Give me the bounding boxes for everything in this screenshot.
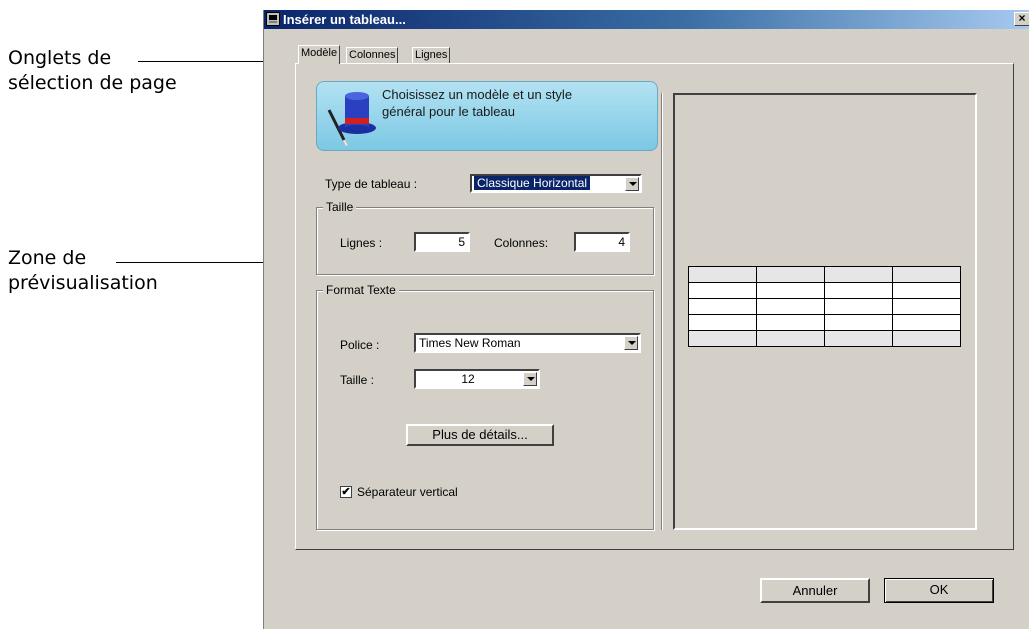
preview-row	[688, 266, 961, 283]
chevron-down-icon[interactable]	[624, 336, 638, 350]
annotation-tabs: Onglets de sélection de page	[8, 46, 177, 96]
format-texte-title: Format Texte	[323, 283, 399, 297]
police-label: Police :	[340, 338, 380, 352]
preview-cell	[892, 314, 961, 331]
preview-cell	[824, 314, 893, 331]
annotation-tabs-line2: sélection de page	[8, 72, 177, 94]
preview-cell	[824, 282, 893, 299]
ok-button[interactable]: OK	[884, 578, 994, 603]
preview-cell	[824, 298, 893, 315]
lignes-label: Lignes :	[340, 236, 383, 250]
chevron-down-icon[interactable]	[625, 177, 639, 191]
window-title: Insérer un tableau...	[283, 12, 406, 27]
magic-hat-icon	[327, 92, 376, 147]
banner-text: Choisissez un modèle et un style général…	[382, 86, 642, 120]
preview-cell	[756, 266, 825, 283]
preview-cell	[892, 330, 961, 347]
banner-line1: Choisissez un modèle et un style	[382, 87, 573, 102]
tab-colonnes[interactable]: Colonnes	[346, 47, 399, 64]
preview-cell	[892, 298, 961, 315]
preview-cell	[688, 314, 757, 331]
annotation-preview: Zone de prévisualisation	[8, 246, 158, 296]
table-type-label: Type de tableau :	[325, 177, 418, 191]
annotation-preview-line2: prévisualisation	[8, 272, 158, 294]
preview-cell	[892, 282, 961, 299]
preview-table	[688, 266, 961, 347]
preview-cell	[892, 266, 961, 283]
preview-cell	[688, 330, 757, 347]
title-bar[interactable]: Insérer un tableau... ×	[264, 10, 1029, 29]
vertical-separator-label: Séparateur vertical	[357, 485, 458, 499]
taille-label: Taille :	[340, 373, 375, 387]
panel-divider	[661, 93, 663, 530]
taille-group-title: Taille	[323, 200, 357, 214]
cancel-button[interactable]: Annuler	[760, 578, 870, 603]
app-icon	[266, 12, 280, 26]
preview-row	[688, 282, 961, 299]
chevron-down-icon[interactable]	[523, 372, 537, 386]
close-button[interactable]: ×	[1014, 12, 1029, 26]
colonnes-input[interactable]: 4	[574, 232, 630, 252]
preview-cell	[688, 266, 757, 283]
taille-select[interactable]: 12	[414, 369, 540, 389]
annotation-preview-line1: Zone de	[8, 247, 87, 269]
annotation-tabs-line1: Onglets de	[8, 47, 112, 69]
preview-cell	[756, 282, 825, 299]
table-type-select[interactable]: Classique Horizontal	[470, 174, 642, 193]
preview-cell	[824, 330, 893, 347]
preview-cell	[756, 314, 825, 331]
tab-modele-label: Modèle	[301, 47, 338, 59]
tab-modele[interactable]: Modèle	[298, 45, 341, 64]
more-details-button[interactable]: Plus de détails...	[406, 424, 554, 446]
table-type-value: Classique Horizontal	[474, 176, 591, 190]
preview-cell	[756, 298, 825, 315]
colonnes-label: Colonnes:	[494, 236, 549, 250]
police-value: Times New Roman	[419, 336, 521, 350]
tab-lignes-label: Lignes	[415, 49, 448, 61]
tab-colonnes-label: Colonnes	[349, 49, 396, 61]
lignes-input[interactable]: 5	[414, 232, 470, 252]
preview-cell	[688, 298, 757, 315]
vertical-separator-checkbox[interactable]: ✔	[340, 486, 352, 498]
tab-lignes[interactable]: Lignes	[412, 47, 451, 64]
preview-row	[688, 330, 961, 347]
preview-cell	[688, 282, 757, 299]
preview-cell	[824, 266, 893, 283]
police-select[interactable]: Times New Roman	[414, 333, 641, 353]
banner-line2: général pour le tableau	[382, 104, 515, 119]
preview-cell	[756, 330, 825, 347]
preview-row	[688, 314, 961, 331]
taille-value: 12	[461, 372, 475, 386]
preview-row	[688, 298, 961, 315]
template-banner: Choisissez un modèle et un style général…	[316, 81, 658, 151]
